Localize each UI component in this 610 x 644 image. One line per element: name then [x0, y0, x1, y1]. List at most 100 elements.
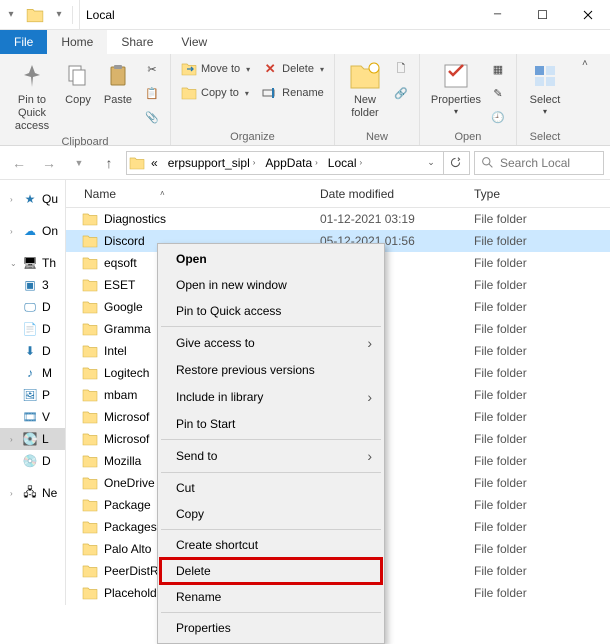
- nav-localdisk[interactable]: ›💽L: [0, 428, 65, 450]
- folder-icon: [82, 321, 98, 337]
- file-name: PeerDistR: [104, 564, 159, 578]
- move-to-button[interactable]: Move to: [177, 58, 254, 80]
- nav-pictures[interactable]: 🖼P: [0, 384, 65, 406]
- ribbon-collapse-button[interactable]: ˄: [573, 54, 597, 145]
- tab-home[interactable]: Home: [47, 30, 107, 54]
- close-button[interactable]: [565, 0, 610, 30]
- folder-icon: [82, 585, 98, 601]
- refresh-button[interactable]: [443, 152, 467, 174]
- music-icon: ♪: [22, 365, 38, 381]
- col-date[interactable]: Date modified: [320, 187, 474, 201]
- new-folder-button[interactable]: New folder: [341, 56, 389, 120]
- folder-icon: [82, 299, 98, 315]
- delete-button[interactable]: ✕ Delete: [258, 58, 328, 80]
- cell-name: Diagnostics: [66, 211, 320, 227]
- qa-dropdown-icon[interactable]: ▾: [0, 9, 22, 20]
- search-box[interactable]: Search Local: [474, 151, 604, 175]
- ctx-pin-quick[interactable]: Pin to Quick access: [160, 298, 382, 324]
- nav-3d[interactable]: ▣3: [0, 274, 65, 296]
- file-name: Logitech: [104, 366, 149, 380]
- maximize-button[interactable]: [520, 0, 565, 30]
- crumb-seg1[interactable]: erpsupport_sipl›: [164, 156, 260, 170]
- table-row[interactable]: Diagnostics01-12-2021 03:19File folder: [66, 208, 610, 230]
- paste-button[interactable]: Paste: [98, 56, 138, 107]
- nav-downloads[interactable]: ⬇D: [0, 340, 65, 362]
- properties-icon: [440, 60, 472, 92]
- nav-videos[interactable]: 🎞V: [0, 406, 65, 428]
- open-group-label: Open: [426, 129, 510, 145]
- scissors-icon: ✂: [144, 61, 160, 77]
- ctx-pin-start[interactable]: Pin to Start: [160, 411, 382, 437]
- star-icon: ★: [22, 191, 38, 207]
- nav-documents[interactable]: 📄D: [0, 318, 65, 340]
- easy-access-button[interactable]: 🔗: [389, 82, 413, 104]
- ctx-properties[interactable]: Properties: [160, 615, 382, 641]
- cell-type: File folder: [474, 212, 610, 226]
- ribbon-group-organize: Move to Copy to ✕ Delete Rename Organize: [171, 54, 335, 145]
- ribbon-group-select: Select ▾ Select: [517, 54, 573, 145]
- copy-to-button[interactable]: Copy to: [177, 82, 254, 104]
- tab-view[interactable]: View: [167, 30, 221, 54]
- easyaccess-icon: 🔗: [393, 85, 409, 101]
- nav-music[interactable]: ♪M: [0, 362, 65, 384]
- clipboard-group-label: Clipboard: [6, 134, 164, 150]
- address-bar[interactable]: « erpsupport_sipl› AppData› Local› ⌄: [126, 151, 470, 175]
- nav-network[interactable]: ›🖧Ne: [0, 482, 65, 504]
- search-placeholder: Search Local: [500, 156, 570, 170]
- ctx-give-access[interactable]: Give access to: [160, 329, 382, 357]
- edit-small-button[interactable]: ✎: [486, 82, 510, 104]
- pin-quick-access-button[interactable]: Pin to Quick access: [6, 56, 58, 134]
- ctx-open[interactable]: Open: [160, 246, 382, 272]
- ctx-send-to[interactable]: Send to: [160, 442, 382, 470]
- nav-recent-button[interactable]: ▼: [66, 150, 92, 176]
- ctx-rename[interactable]: Rename: [160, 584, 382, 610]
- ctx-delete[interactable]: Delete: [160, 558, 382, 584]
- minimize-button[interactable]: [475, 0, 520, 30]
- col-type[interactable]: Type: [474, 187, 610, 201]
- ctx-include-library[interactable]: Include in library: [160, 383, 382, 411]
- nav-thispc[interactable]: ⌄🖥Th: [0, 252, 65, 274]
- col-name[interactable]: Name˄: [66, 187, 320, 201]
- videos-icon: 🎞: [22, 409, 38, 425]
- select-button[interactable]: Select ▾: [523, 56, 567, 117]
- ctx-create-shortcut[interactable]: Create shortcut: [160, 532, 382, 558]
- organize-group-label: Organize: [177, 129, 328, 145]
- open-small-button[interactable]: ▦: [486, 58, 510, 80]
- file-name: Diagnostics: [104, 212, 166, 226]
- ctx-copy[interactable]: Copy: [160, 501, 382, 527]
- ctx-cut[interactable]: Cut: [160, 475, 382, 501]
- nav-onedrive[interactable]: ›☁On: [0, 220, 65, 242]
- nav-pane[interactable]: ›★Qu ›☁On ⌄🖥Th ▣3 🖵D 📄D ⬇D ♪M 🖼P 🎞V ›💽L …: [0, 180, 66, 605]
- nav-quick-access[interactable]: ›★Qu: [0, 188, 65, 210]
- file-name: OneDrive: [104, 476, 155, 490]
- nav-desktop[interactable]: 🖵D: [0, 296, 65, 318]
- tab-share[interactable]: Share: [107, 30, 167, 54]
- copypath-small-button[interactable]: 📋: [140, 82, 164, 104]
- cut-small-button[interactable]: ✂: [140, 58, 164, 80]
- copy-button[interactable]: Copy: [58, 56, 98, 107]
- nav-up-button[interactable]: ↑: [96, 150, 122, 176]
- addr-dropdown-button[interactable]: ⌄: [421, 157, 441, 168]
- crumb-seg3[interactable]: Local›: [324, 156, 366, 170]
- pasteshortcut-small-button[interactable]: 📎: [140, 106, 164, 128]
- address-bar-row: ← → ▼ ↑ « erpsupport_sipl› AppData› Loca…: [0, 146, 610, 180]
- nav-dvd[interactable]: 💿D: [0, 450, 65, 472]
- nav-back-button[interactable]: ←: [6, 150, 32, 176]
- rename-button[interactable]: Rename: [258, 82, 328, 104]
- folder-icon: [82, 475, 98, 491]
- file-name: Intel: [104, 344, 127, 358]
- qa-dropdown2-icon[interactable]: ▾: [48, 9, 70, 20]
- properties-button[interactable]: Properties ▾: [426, 56, 486, 117]
- crumb-seg2[interactable]: AppData›: [261, 156, 321, 170]
- history-small-button[interactable]: 🕘: [486, 106, 510, 128]
- file-name: Placehold: [104, 586, 157, 600]
- disk-icon: 💽: [22, 431, 38, 447]
- file-name: Packages: [104, 520, 157, 534]
- new-item-button[interactable]: 🗋: [389, 58, 413, 80]
- ctx-open-new-window[interactable]: Open in new window: [160, 272, 382, 298]
- ctx-restore[interactable]: Restore previous versions: [160, 357, 382, 383]
- tab-file[interactable]: File: [0, 30, 47, 54]
- context-menu: Open Open in new window Pin to Quick acc…: [157, 243, 385, 644]
- file-name: Package: [104, 498, 151, 512]
- crumb-ellipsis[interactable]: «: [147, 156, 162, 170]
